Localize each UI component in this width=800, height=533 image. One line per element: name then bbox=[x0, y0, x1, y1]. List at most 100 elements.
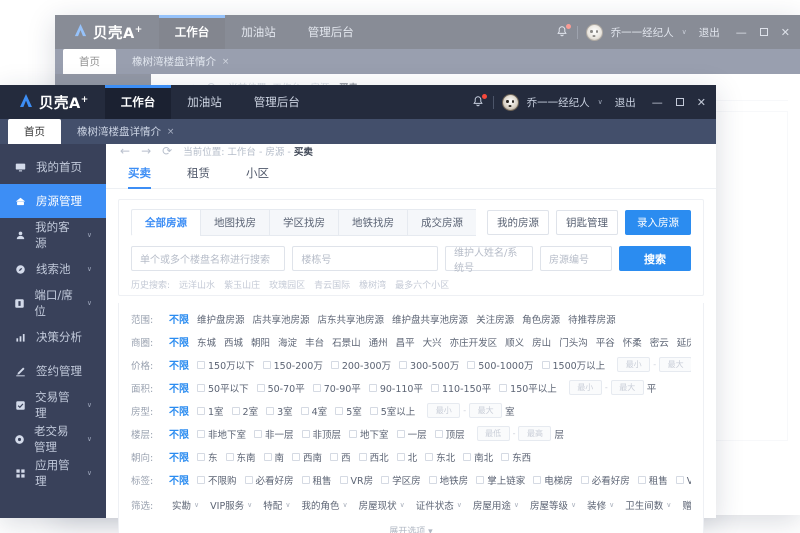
main-nav[interactable]: 工作台 加油站 管理后台 bbox=[105, 85, 316, 119]
checkbox-icon[interactable] bbox=[381, 476, 389, 484]
filter-checkbox-option[interactable]: 东北 bbox=[425, 450, 455, 464]
tab-community[interactable]: 小区 bbox=[246, 161, 269, 188]
tab-sale[interactable]: 买卖 bbox=[128, 161, 151, 188]
checkbox-icon[interactable] bbox=[197, 453, 205, 461]
filter-checkbox-option[interactable]: 地下室 bbox=[349, 427, 389, 441]
checkbox-icon[interactable] bbox=[397, 430, 405, 438]
checkbox-icon[interactable] bbox=[197, 407, 205, 415]
maximize-button[interactable] bbox=[676, 98, 684, 106]
dropdown-house-grade[interactable]: 房屋等级∨ bbox=[530, 498, 576, 512]
filter-option[interactable]: 东城 bbox=[197, 335, 216, 349]
dropdown-bonus-area[interactable]: 赠送面积∨ bbox=[682, 498, 691, 512]
filter-row-tags[interactable]: 标签: 不限 不限购 必看好房 租售 VR房 学区房 地铁房 掌上链家 电梯房 … bbox=[131, 468, 691, 491]
add-listing-button[interactable]: 录入房源 bbox=[625, 210, 691, 235]
checkbox-icon[interactable] bbox=[349, 430, 357, 438]
search-history-item[interactable]: 远洋山水 bbox=[179, 278, 215, 291]
filter-option[interactable]: 角色房源 bbox=[522, 312, 560, 326]
sidebar-item-lead-pool[interactable]: 线索池 ∨ bbox=[0, 252, 106, 286]
back-nav-gasstation[interactable]: 加油站 bbox=[225, 15, 292, 49]
search-button[interactable]: 搜索 bbox=[619, 246, 691, 271]
chevron-down-icon[interactable]: ∨ bbox=[87, 299, 92, 307]
filter-checkbox-option[interactable]: 110-150平 bbox=[431, 381, 491, 395]
filter-option[interactable]: 门头沟 bbox=[559, 335, 588, 349]
pill-map-search[interactable]: 地图找房 bbox=[200, 209, 269, 236]
tab-home[interactable]: 首页 bbox=[8, 119, 61, 144]
search-history-item[interactable]: 橡树湾 bbox=[359, 278, 386, 291]
checkbox-icon[interactable] bbox=[499, 384, 507, 392]
layout-min-input[interactable]: 最小 bbox=[427, 403, 460, 418]
user-name[interactable]: 乔一一经纪人 bbox=[611, 25, 674, 40]
nav-item-gasstation[interactable]: 加油站 bbox=[171, 85, 238, 119]
sidebar-item-listing-mgmt[interactable]: 房源管理 bbox=[0, 184, 106, 218]
avatar[interactable] bbox=[502, 94, 519, 111]
checkbox-icon[interactable] bbox=[302, 476, 310, 484]
checkbox-icon[interactable] bbox=[245, 476, 253, 484]
building-no-input[interactable]: 楼栋号 bbox=[292, 246, 438, 271]
nav-back-icon[interactable]: ← bbox=[120, 144, 130, 158]
dropdown-bathroom-count[interactable]: 卫生间数∨ bbox=[625, 498, 671, 512]
filter-option[interactable]: 通州 bbox=[369, 335, 388, 349]
checkbox-icon[interactable] bbox=[429, 476, 437, 484]
filter-checkbox-option[interactable]: 掌上链家 bbox=[476, 473, 525, 487]
filter-checkbox-option[interactable]: 300-500万 bbox=[399, 358, 459, 372]
filter-option[interactable]: 朝阳 bbox=[251, 335, 270, 349]
sidebar-item-app-mgmt[interactable]: 应用管理 ∨ bbox=[0, 456, 106, 490]
floor-max-input[interactable]: 最高 bbox=[518, 426, 551, 441]
filter-checkbox-option[interactable]: 西北 bbox=[359, 450, 389, 464]
search-history-item[interactable]: 紫玉山庄 bbox=[224, 278, 260, 291]
filter-checkbox-option[interactable]: 东西 bbox=[501, 450, 531, 464]
filter-checkbox-option[interactable]: 4室 bbox=[301, 404, 328, 418]
search-row[interactable]: 单个或多个楼盘名称进行搜索 楼栋号 维护人姓名/系统号 房源编号 搜索 bbox=[131, 246, 691, 271]
close-button[interactable]: ✕ bbox=[781, 27, 790, 38]
chevron-down-icon[interactable]: ∨ bbox=[682, 28, 687, 36]
checkbox-icon[interactable] bbox=[581, 476, 589, 484]
sidebar-item-port-seat[interactable]: 端口/席位 ∨ bbox=[0, 286, 106, 320]
pill-deal-listings[interactable]: 成交房源 bbox=[407, 209, 476, 236]
checkbox-icon[interactable] bbox=[226, 453, 234, 461]
filter-checkbox-option[interactable]: 2室 bbox=[232, 404, 259, 418]
listing-no-input[interactable]: 房源编号 bbox=[540, 246, 612, 271]
checkbox-icon[interactable] bbox=[533, 476, 541, 484]
checkbox-icon[interactable] bbox=[435, 430, 443, 438]
filter-checkbox-option[interactable]: 必看好房 bbox=[245, 473, 294, 487]
estate-search-input[interactable]: 单个或多个楼盘名称进行搜索 bbox=[131, 246, 285, 271]
chevron-down-icon[interactable]: ∨ bbox=[598, 98, 603, 106]
checkbox-icon[interactable] bbox=[335, 407, 343, 415]
filter-row-floor[interactable]: 楼层: 不限 非地下室 非一层 非顶层 地下室 一层 顶层 最低 - 最高 层 bbox=[131, 422, 691, 445]
checkbox-icon[interactable] bbox=[197, 361, 205, 369]
checkbox-icon[interactable] bbox=[197, 384, 205, 392]
filter-row-price[interactable]: 价格: 不限 150万以下 150-200万 200-300万 300-500万… bbox=[131, 353, 691, 376]
sidebar-item-my-home[interactable]: 我的首页 bbox=[0, 150, 106, 184]
chevron-down-icon[interactable]: ∨ bbox=[87, 265, 92, 273]
dropdown-field-survey[interactable]: 实勘∨ bbox=[172, 498, 199, 512]
checkbox-icon[interactable] bbox=[197, 430, 205, 438]
filter-all-price[interactable]: 不限 bbox=[169, 357, 189, 372]
filter-row-layout[interactable]: 房型: 不限 1室 2室 3室 4室 5室 5室以上 最小 - 最大 室 bbox=[131, 399, 691, 422]
filter-checkbox-option[interactable]: VR房 bbox=[676, 473, 691, 487]
floor-range-inputs[interactable]: 最低 - 最高 层 bbox=[477, 426, 564, 441]
user-name[interactable]: 乔一一经纪人 bbox=[527, 95, 590, 110]
filter-option[interactable]: 海淀 bbox=[278, 335, 297, 349]
sidebar-item-legacy-transaction[interactable]: 老交易管理 ∨ bbox=[0, 422, 106, 456]
area-range-inputs[interactable]: 最小 - 最大 平 bbox=[569, 380, 656, 395]
back-tabstrip[interactable]: 首页 橡树湾楼盘详情介 × bbox=[55, 49, 800, 74]
back-nav-admin[interactable]: 管理后台 bbox=[292, 15, 370, 49]
filter-checkbox-option[interactable]: 东 bbox=[197, 450, 218, 464]
close-icon[interactable]: × bbox=[167, 127, 175, 137]
checkbox-icon[interactable] bbox=[331, 361, 339, 369]
filter-checkbox-option[interactable]: 150万以下 bbox=[197, 358, 255, 372]
filter-checkbox-option[interactable]: 西南 bbox=[292, 450, 322, 464]
filter-checkbox-option[interactable]: 50-70平 bbox=[257, 381, 305, 395]
avatar[interactable] bbox=[586, 24, 603, 41]
my-listings-button[interactable]: 我的房源 bbox=[487, 210, 549, 235]
filter-checkbox-option[interactable]: 非地下室 bbox=[197, 427, 246, 441]
logout-button[interactable]: 退出 bbox=[611, 95, 636, 110]
refresh-icon[interactable]: ⟳ bbox=[162, 144, 172, 158]
pill-metro-search[interactable]: 地铁找房 bbox=[338, 209, 407, 236]
back-main-nav[interactable]: 工作台 加油站 管理后台 bbox=[159, 15, 370, 49]
dropdown-house-status[interactable]: 房屋现状∨ bbox=[359, 498, 405, 512]
checkbox-icon[interactable] bbox=[232, 407, 240, 415]
checkbox-icon[interactable] bbox=[370, 407, 378, 415]
filter-checkbox-option[interactable]: 70-90平 bbox=[313, 381, 361, 395]
bell-icon[interactable] bbox=[471, 95, 485, 109]
